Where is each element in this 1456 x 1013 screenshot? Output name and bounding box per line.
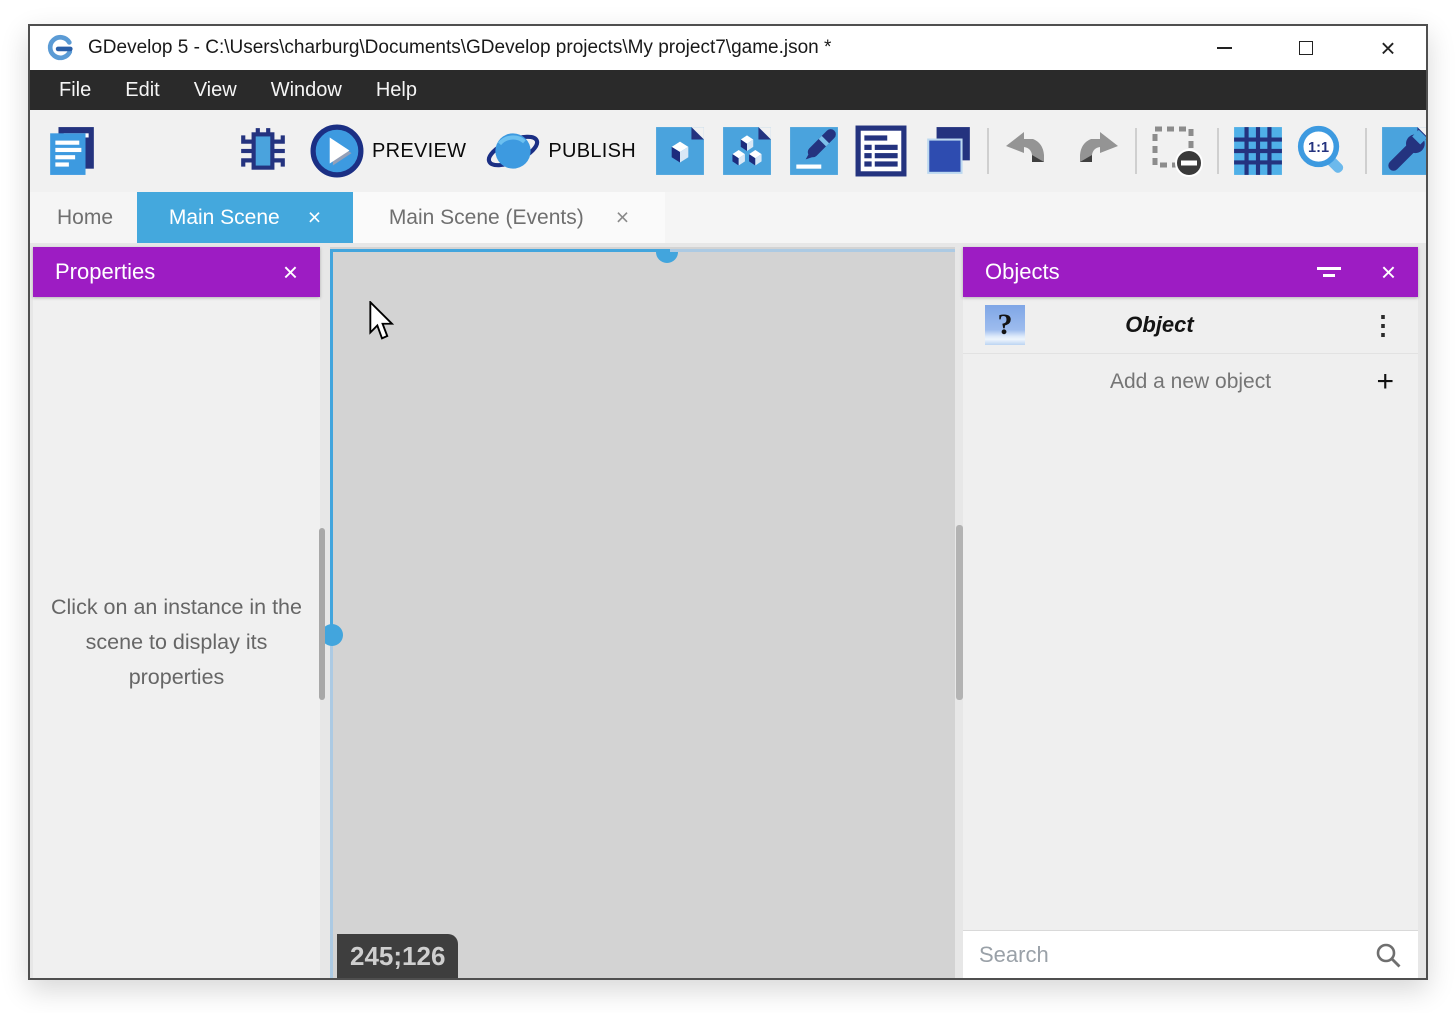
- mouse-cursor-icon: [368, 301, 396, 343]
- layers-icon: [922, 125, 974, 177]
- scene-window-border-left-extension: [330, 635, 333, 978]
- project-manager-button[interactable]: [46, 125, 98, 177]
- add-object-button[interactable]: Add a new object +: [963, 354, 1418, 409]
- toolbar-separator: [1135, 128, 1137, 174]
- objects-panel-title: Objects: [985, 259, 1060, 285]
- plus-icon: +: [1376, 367, 1394, 397]
- title-bar: GDevelop 5 - C:\Users\charburg\Documents…: [30, 26, 1426, 70]
- toolbar: PREVIEW PUBLISH: [30, 110, 1426, 192]
- close-tab-icon[interactable]: ×: [308, 206, 321, 229]
- object-groups-icon: [721, 125, 773, 177]
- tab-main-scene-events[interactable]: Main Scene (Events) ×: [353, 192, 665, 243]
- preview-label: PREVIEW: [372, 140, 466, 163]
- grid-icon: [1232, 125, 1284, 177]
- layers-editor-button[interactable]: [922, 125, 974, 177]
- debug-button[interactable]: [237, 125, 289, 177]
- objects-panel: Objects × ? Object ⋮: [963, 247, 1418, 978]
- object-list-item[interactable]: ? Object ⋮: [963, 297, 1418, 354]
- close-panel-icon[interactable]: ×: [283, 257, 298, 288]
- search-input[interactable]: [979, 942, 1374, 968]
- publish-label: PUBLISH: [548, 140, 636, 163]
- menu-item-window[interactable]: Window: [254, 70, 359, 110]
- project-manager-icon: [46, 125, 98, 177]
- properties-panel-header: Properties ×: [33, 247, 320, 297]
- kebab-menu-icon[interactable]: ⋮: [1370, 310, 1396, 341]
- edit-pencil-icon: [788, 125, 840, 177]
- object-name: Object: [994, 312, 1325, 338]
- close-icon: ×: [1380, 35, 1395, 61]
- scene-window-border-top-extension: [670, 249, 955, 252]
- edit-scene-button[interactable]: [788, 125, 840, 177]
- scene-window-handle-top[interactable]: [656, 252, 678, 263]
- deselect-icon: [1150, 124, 1204, 178]
- properties-panel: Properties × Click on an instance in the…: [33, 247, 320, 978]
- toolbar-separator: [1217, 128, 1219, 174]
- publish-button[interactable]: PUBLISH: [486, 124, 636, 178]
- events-sheet-button[interactable]: [855, 125, 907, 177]
- menu-item-view[interactable]: View: [177, 70, 254, 110]
- vertical-scrollbar-left[interactable]: [319, 528, 325, 700]
- clear-selection-button[interactable]: [1150, 124, 1204, 178]
- gdevelop-logo-icon: [46, 33, 76, 63]
- add-object-label: Add a new object: [1110, 370, 1271, 394]
- minimize-icon: [1217, 47, 1232, 49]
- objects-editor-button[interactable]: [654, 125, 706, 177]
- object-groups-button[interactable]: [721, 125, 773, 177]
- menu-item-file[interactable]: File: [42, 70, 108, 110]
- close-tab-icon[interactable]: ×: [616, 206, 629, 229]
- desktop: GDevelop 5 - C:\Users\charburg\Documents…: [0, 0, 1456, 1013]
- window-title: GDevelop 5 - C:\Users\charburg\Documents…: [88, 37, 831, 59]
- tab-main-scene[interactable]: Main Scene ×: [137, 192, 353, 243]
- maximize-icon: [1299, 41, 1313, 55]
- undo-icon: [1002, 129, 1054, 173]
- scene-window-border-left: [330, 249, 333, 635]
- cursor-coordinates-badge: 245;126: [337, 934, 458, 978]
- undo-button[interactable]: [1002, 129, 1054, 173]
- svg-text:1:1: 1:1: [1308, 140, 1329, 156]
- zoom-reset-button[interactable]: 1:1: [1294, 122, 1352, 180]
- properties-empty-message: Click on an instance in the scene to dis…: [45, 590, 308, 695]
- search-icon: [1374, 941, 1402, 969]
- properties-panel-title: Properties: [55, 259, 155, 285]
- tab-label: Main Scene (Events): [389, 206, 584, 230]
- objects-panel-header: Objects ×: [963, 247, 1418, 297]
- scene-window-border-top: [330, 249, 670, 252]
- minimize-button[interactable]: [1208, 32, 1240, 64]
- menu-bar: File Edit View Window Help: [30, 70, 1426, 110]
- scene-canvas[interactable]: 245;126: [330, 247, 955, 978]
- redo-button[interactable]: [1070, 129, 1122, 173]
- objects-icon: [654, 125, 706, 177]
- vertical-scrollbar-right[interactable]: [956, 525, 963, 700]
- tab-home[interactable]: Home: [33, 192, 137, 243]
- tab-label: Home: [57, 206, 113, 230]
- object-search-bar: [963, 930, 1418, 978]
- close-window-button[interactable]: ×: [1372, 32, 1404, 64]
- window-controls: ×: [1208, 26, 1404, 70]
- globe-icon: [486, 124, 540, 178]
- tab-label: Main Scene: [169, 206, 280, 230]
- maximize-button[interactable]: [1290, 32, 1322, 64]
- events-list-icon: [855, 125, 907, 177]
- toggle-grid-button[interactable]: [1232, 125, 1284, 177]
- toolbar-separator: [987, 128, 989, 174]
- tab-bar: Home Main Scene × Main Scene (Events) ×: [30, 192, 1426, 243]
- menu-item-edit[interactable]: Edit: [108, 70, 176, 110]
- filter-icon[interactable]: [1317, 266, 1341, 279]
- zoom-1-1-icon: 1:1: [1294, 122, 1352, 180]
- play-icon: [310, 124, 364, 178]
- scene-settings-button[interactable]: [1380, 125, 1426, 177]
- toolbar-separator: [1365, 128, 1367, 174]
- wrench-icon: [1380, 125, 1426, 177]
- app-window: GDevelop 5 - C:\Users\charburg\Documents…: [28, 24, 1428, 980]
- menu-item-help[interactable]: Help: [359, 70, 434, 110]
- debug-icon: [237, 125, 289, 177]
- preview-button[interactable]: PREVIEW: [310, 124, 466, 178]
- content-area: Properties × Click on an instance in the…: [30, 243, 1426, 978]
- redo-icon: [1070, 129, 1122, 173]
- close-panel-icon[interactable]: ×: [1381, 257, 1396, 288]
